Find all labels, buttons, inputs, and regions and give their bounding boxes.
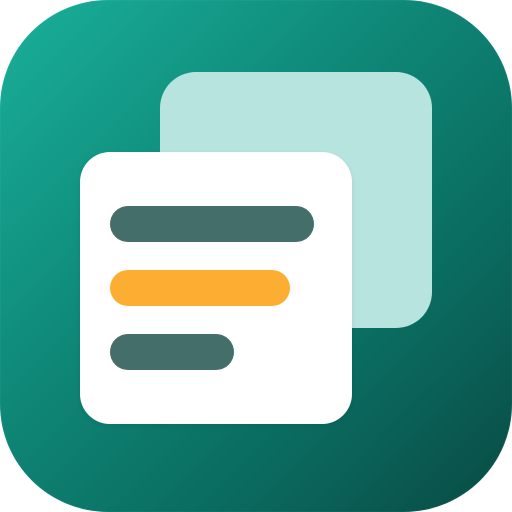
front-document-card — [80, 152, 352, 424]
app-icon — [0, 0, 512, 512]
text-line-3 — [110, 334, 234, 370]
text-line-2-highlight — [110, 270, 290, 306]
text-line-1 — [110, 206, 314, 242]
